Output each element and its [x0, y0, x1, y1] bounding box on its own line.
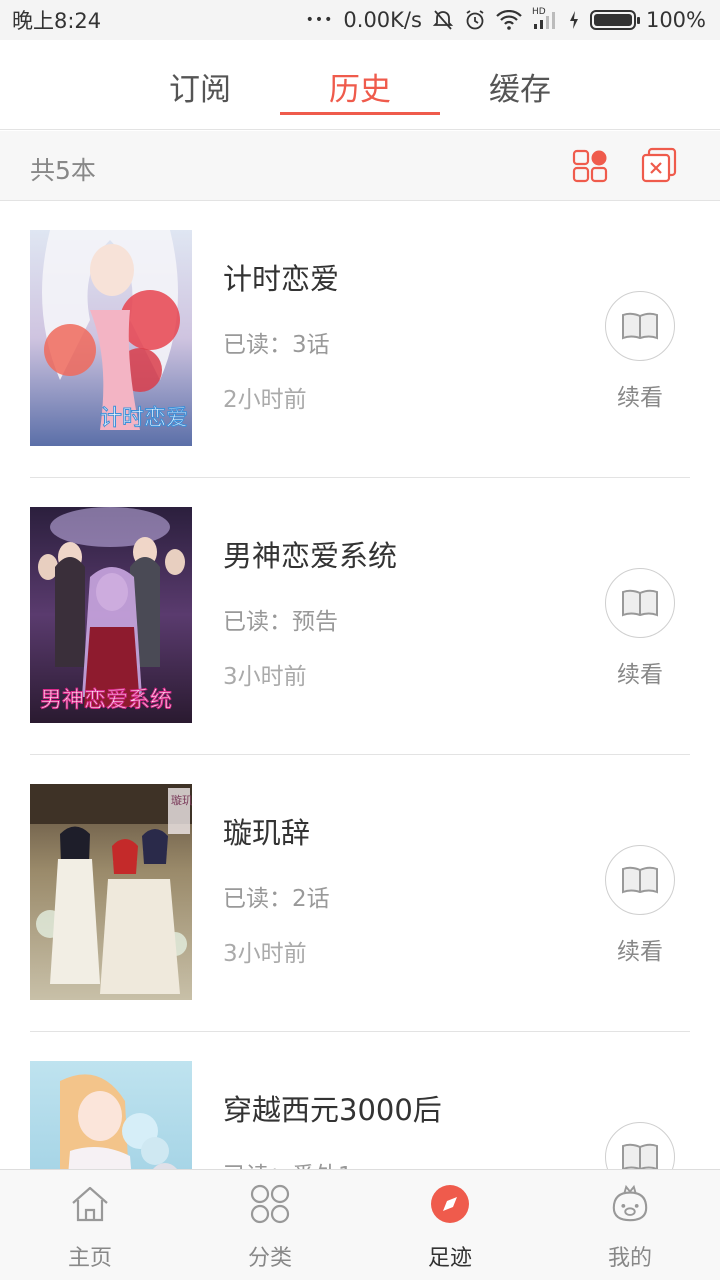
compass-icon	[430, 1184, 470, 1224]
status-bar: 晚上8:24 ••• 0.00K/s HD 100%	[0, 0, 720, 40]
book-title: 穿越西元3000后	[223, 1093, 442, 1127]
book-item[interactable]: 璇玑辞 璇玑辞 已读：2话 3小时前 续看	[30, 756, 690, 1032]
wifi-icon	[496, 10, 522, 30]
book-item[interactable]: 计时恋爱 计时恋爱 已读：3话 2小时前 续看	[30, 202, 690, 478]
tab-history[interactable]: 历史	[280, 64, 440, 109]
home-icon	[70, 1184, 110, 1224]
grid-edit-icon[interactable]	[572, 149, 608, 183]
status-dots: •••	[305, 12, 334, 28]
nav-item-mine[interactable]: 我的	[540, 1170, 720, 1280]
nav-label: 主页	[67, 1246, 112, 1271]
nav-label: 足迹	[427, 1246, 472, 1271]
book-read-progress: 已读：3话	[223, 332, 330, 358]
clear-icon[interactable]	[641, 147, 677, 183]
signal-icon: HD	[532, 7, 558, 31]
open-book-icon	[622, 589, 658, 617]
book-read-progress: 已读：番外1	[223, 1156, 353, 1169]
status-indicators: ••• 0.00K/s HD 100%	[305, 7, 706, 32]
mute-bell-icon	[432, 10, 454, 30]
book-title: 计时恋爱	[223, 262, 340, 296]
nav-item-category[interactable]: 分类	[180, 1170, 360, 1280]
book-last-read-time: 3小时前	[223, 664, 307, 690]
battery-icon	[589, 10, 640, 30]
battery-text: 100%	[645, 8, 706, 32]
category-icon	[250, 1184, 290, 1224]
book-last-read-time: 2小时前	[223, 387, 307, 413]
book-item[interactable]: 穿越西元3000后 已读：番外1	[30, 1033, 690, 1169]
mascot-icon	[610, 1184, 650, 1224]
book-item[interactable]: 男神恋爱系统 男神恋爱系统 已读：预告 3小时前 续看	[30, 479, 690, 755]
bottom-nav: 主页 分类 足迹 我的	[0, 1169, 720, 1280]
continue-reading-button[interactable]	[605, 845, 675, 915]
battery-level	[593, 14, 632, 26]
book-cover[interactable]: 计时恋爱	[30, 230, 192, 446]
alarm-icon	[466, 10, 484, 30]
continue-reading-button[interactable]	[605, 1122, 675, 1169]
book-cover[interactable]: 璇玑辞	[30, 784, 192, 1000]
nav-item-footprint[interactable]: 足迹	[360, 1170, 540, 1280]
book-count: 共5本	[30, 156, 96, 185]
book-read-progress: 已读：2话	[223, 886, 330, 912]
charging-icon	[569, 11, 578, 29]
tab-subscribe[interactable]: 订阅	[120, 64, 280, 109]
tab-active-indicator	[280, 112, 440, 115]
continue-reading-label[interactable]: 续看	[605, 655, 675, 689]
history-toolbar: 共5本	[0, 131, 720, 201]
nav-label: 分类	[247, 1246, 292, 1271]
cover-title-art: 男神恋爱系统	[40, 688, 172, 713]
nav-item-home[interactable]: 主页	[0, 1170, 180, 1280]
book-cover[interactable]: 男神恋爱系统	[30, 507, 192, 723]
continue-reading-button[interactable]	[605, 568, 675, 638]
book-cover[interactable]	[30, 1061, 192, 1169]
tab-cache[interactable]: 缓存	[440, 64, 600, 109]
book-last-read-time: 3小时前	[223, 941, 307, 967]
cover-title-art: 璇玑辞	[171, 793, 192, 807]
top-tabs: 订阅 历史 缓存	[0, 40, 720, 130]
cover-title-art: 计时恋爱	[100, 406, 188, 431]
book-title: 男神恋爱系统	[223, 539, 398, 573]
continue-reading-label[interactable]: 续看	[605, 378, 675, 412]
open-book-icon	[622, 1143, 658, 1169]
continue-reading-label[interactable]: 续看	[605, 932, 675, 966]
book-read-progress: 已读：预告	[223, 609, 338, 635]
continue-reading-button[interactable]	[605, 291, 675, 361]
open-book-icon	[622, 866, 658, 894]
history-book-list: 计时恋爱 计时恋爱 已读：3话 2小时前 续看 男神恋爱系统 男神恋爱系统 已读…	[0, 202, 720, 1169]
book-title: 璇玑辞	[223, 816, 311, 850]
open-book-icon	[622, 312, 658, 340]
network-speed: 0.00K/s	[343, 8, 422, 32]
nav-label: 我的	[607, 1246, 652, 1271]
status-time: 晚上8:24	[12, 9, 102, 33]
